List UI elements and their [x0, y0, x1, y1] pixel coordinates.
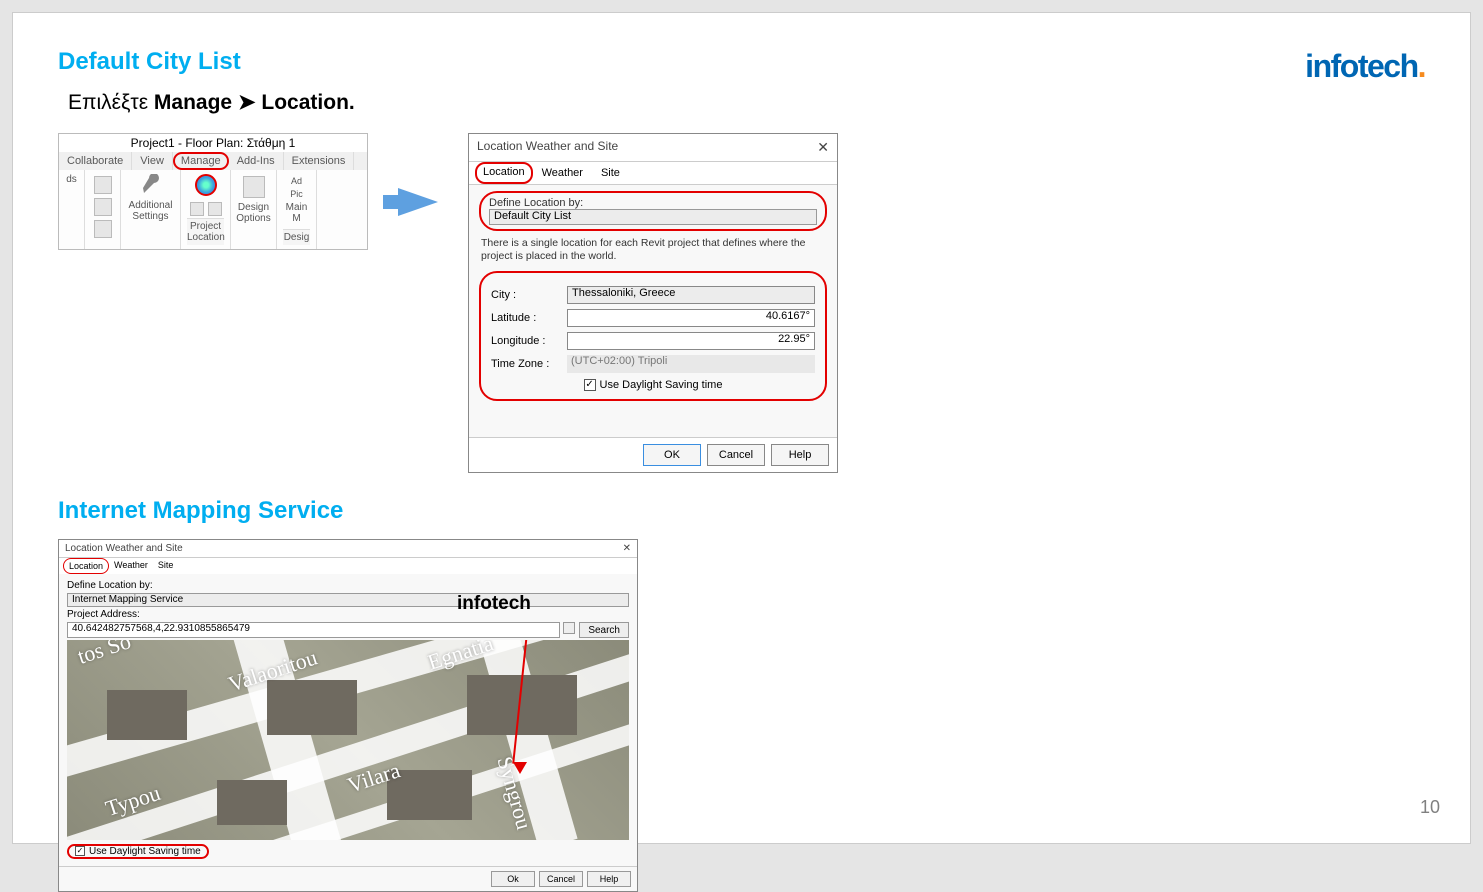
panel-design: Desig: [283, 229, 310, 245]
panel-project-location: Project Location: [187, 218, 224, 245]
cancel2-button[interactable]: Cancel: [539, 871, 583, 887]
define-label: Define Location by:: [489, 197, 817, 209]
generic-icon[interactable]: [94, 198, 112, 216]
city-label: City :: [491, 289, 561, 301]
address-input[interactable]: 40.642482757568,4,22.9310855865479: [67, 622, 560, 638]
tab-weather[interactable]: Weather: [533, 162, 592, 184]
design-options[interactable]: Design Options: [236, 202, 270, 224]
section-title-2: Internet Mapping Service: [58, 497, 1425, 525]
ok-button[interactable]: OK: [643, 444, 701, 466]
close-icon[interactable]: ✕: [623, 543, 631, 554]
dialog-tabs: Location Weather Site: [469, 162, 837, 185]
define-location-group: Define Location by: Default City List: [479, 191, 827, 231]
dialog-content: Define Location by: Default City List Th…: [469, 185, 837, 437]
instruction-pre: Επιλέξτε: [68, 91, 154, 114]
street-label: tos So: [74, 640, 134, 670]
tab2-location[interactable]: Location: [63, 558, 109, 574]
truncated-ds: ds: [66, 174, 77, 185]
annotation-arrowhead: [513, 762, 527, 774]
dropdown-icon[interactable]: [190, 202, 204, 216]
daylight2-checkbox[interactable]: ✓: [75, 846, 85, 856]
instruction-manage: Manage: [154, 91, 232, 114]
define2-dropdown[interactable]: Internet Mapping Service: [67, 593, 629, 607]
page-number: 10: [1420, 797, 1440, 818]
daylight2-label: Use Daylight Saving time: [89, 846, 201, 857]
dialog-footer: OK Cancel Help: [469, 437, 837, 472]
location-dialog: Location Weather and Site ✕ Location Wea…: [468, 133, 838, 473]
dialog2-titlebar: Location Weather and Site ✕: [59, 540, 637, 558]
ad-text: Ad: [291, 176, 302, 187]
daylight-row: ✓ Use Daylight Saving time: [491, 379, 815, 391]
design-options-icon[interactable]: [243, 176, 265, 198]
help2-button[interactable]: Help: [587, 871, 631, 887]
daylight2-group: ✓ Use Daylight Saving time: [67, 844, 209, 859]
tab-manage[interactable]: Manage: [173, 152, 229, 170]
dialog2-footer: Ok Cancel Help: [59, 866, 637, 891]
address-dropdown-icon[interactable]: [563, 622, 575, 634]
tab-site[interactable]: Site: [592, 162, 629, 184]
map-annotation-label: infotech: [457, 593, 531, 615]
window-title: Project1 - Floor Plan: Στάθμη 1: [59, 134, 367, 152]
location-globe-icon[interactable]: [195, 174, 217, 196]
longitude-input[interactable]: 22.95°: [567, 332, 815, 350]
dropdown-icon[interactable]: [208, 202, 222, 216]
help-button[interactable]: Help: [771, 444, 829, 466]
arrow-icon: [398, 188, 438, 216]
instruction-location: Location.: [261, 91, 354, 114]
pic-text: Pic: [290, 189, 303, 200]
cancel-button[interactable]: Cancel: [707, 444, 765, 466]
dialog2-title: Location Weather and Site: [65, 543, 183, 554]
page: infotech. Default City List Επιλέξτε Man…: [0, 0, 1483, 856]
mini-icons-1: [91, 174, 114, 240]
ok2-button[interactable]: Ok: [491, 871, 535, 887]
row-1: Project1 - Floor Plan: Στάθμη 1 Collabor…: [58, 133, 1425, 473]
wrench-icon: [139, 174, 163, 198]
daylight-checkbox[interactable]: ✓: [584, 379, 596, 391]
mapping-dialog: Location Weather and Site ✕ Location Wea…: [58, 539, 638, 892]
define-dropdown[interactable]: Default City List: [489, 209, 817, 225]
ribbon-tabs: Collaborate View Manage Add-Ins Extensio…: [59, 152, 367, 170]
ribbon-body: ds Additional Settings: [59, 170, 367, 249]
help-text: There is a single location for each Revi…: [481, 237, 825, 263]
generic-icon[interactable]: [94, 176, 112, 194]
additional-settings[interactable]: Additional Settings: [129, 200, 173, 222]
daylight-label: Use Daylight Saving time: [600, 379, 723, 391]
logo-dot: .: [1418, 48, 1425, 84]
tab-collaborate[interactable]: Collaborate: [59, 152, 132, 170]
timezone-dropdown[interactable]: (UTC+02:00) Tripoli: [567, 355, 815, 373]
tab-addins[interactable]: Add-Ins: [229, 152, 284, 170]
dialog-titlebar: Location Weather and Site ✕: [469, 134, 837, 162]
tab2-site[interactable]: Site: [153, 558, 179, 574]
address-label: Project Address:: [67, 609, 629, 620]
generic-icon[interactable]: [94, 220, 112, 238]
define2-label: Define Location by:: [67, 580, 629, 591]
tab-location[interactable]: Location: [475, 162, 533, 184]
tab-view[interactable]: View: [132, 152, 173, 170]
dialog-title: Location Weather and Site: [477, 139, 618, 156]
section-2: Internet Mapping Service Location Weathe…: [58, 497, 1425, 892]
close-icon[interactable]: ✕: [817, 139, 829, 156]
tab-extensions[interactable]: Extensions: [284, 152, 355, 170]
ribbon-screenshot: Project1 - Floor Plan: Στάθμη 1 Collabor…: [58, 133, 368, 250]
instruction-line: Επιλέξτε Manage ➤ Location.: [68, 90, 1425, 115]
section-title-1: Default City List: [58, 48, 1425, 76]
slide: infotech. Default City List Επιλέξτε Man…: [12, 12, 1471, 844]
main-model[interactable]: Main M: [283, 202, 310, 224]
city-dropdown[interactable]: Thessaloniki, Greece: [567, 286, 815, 304]
dialog2-content: Define Location by: Internet Mapping Ser…: [59, 574, 637, 866]
logo-text: infotech: [1305, 48, 1417, 84]
dialog2-tabs: Location Weather Site: [59, 558, 637, 574]
instruction-arrow: ➤: [238, 91, 256, 114]
timezone-label: Time Zone :: [491, 358, 561, 370]
search-button[interactable]: Search: [579, 622, 629, 638]
latitude-input[interactable]: 40.6167°: [567, 309, 815, 327]
satellite-map[interactable]: tos So Valaoritou Egnatia Typou Vilara S…: [67, 640, 629, 840]
city-fields-group: City : Thessaloniki, Greece Latitude : 4…: [479, 271, 827, 401]
latitude-label: Latitude :: [491, 312, 561, 324]
tab2-weather[interactable]: Weather: [109, 558, 153, 574]
brand-logo: infotech.: [1305, 48, 1425, 85]
longitude-label: Longitude :: [491, 335, 561, 347]
